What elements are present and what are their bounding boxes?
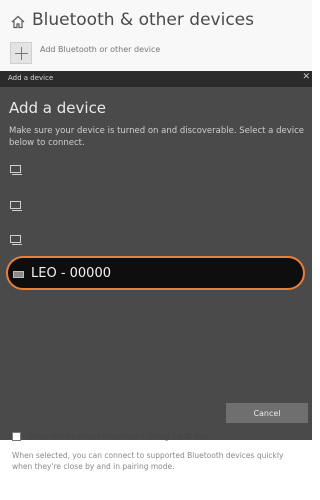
settings-header: Bluetooth & other devices Add Bluetooth … [0, 0, 312, 75]
cancel-button[interactable]: Cancel [226, 403, 308, 423]
dialog-titlebar-text: Add a device [8, 74, 54, 82]
plus-icon [10, 42, 32, 64]
device-slot-3[interactable] [10, 234, 24, 246]
device-list-item-leo[interactable]: LEO - 00000 [6, 256, 305, 290]
swift-pair-note: When selected, you can connect to suppor… [12, 451, 284, 471]
swift-pair-option[interactable]: Show notifications to connect using Swif… [12, 432, 209, 441]
swift-pair-label: Show notifications to connect using Swif… [27, 432, 210, 441]
device-slot-1[interactable] [10, 164, 24, 176]
device-icon [10, 165, 21, 173]
device-name: LEO - 00000 [31, 266, 111, 281]
page-title: Bluetooth & other devices [32, 10, 254, 30]
device-icon [10, 235, 21, 243]
home-icon[interactable] [10, 14, 26, 30]
dialog-titlebar: Add a device ✕ [0, 71, 312, 87]
swift-pair-checkbox[interactable] [12, 432, 21, 441]
keyboard-icon [13, 271, 24, 278]
close-icon[interactable]: ✕ [302, 72, 310, 82]
device-icon [10, 201, 21, 209]
add-bluetooth-device-button[interactable]: Add Bluetooth or other device [10, 42, 160, 64]
device-slot-2[interactable] [10, 200, 24, 212]
dialog-heading: Add a device [9, 99, 107, 117]
dialog-description: Make sure your device is turned on and d… [9, 126, 305, 148]
add-bluetooth-device-label: Add Bluetooth or other device [40, 44, 161, 54]
